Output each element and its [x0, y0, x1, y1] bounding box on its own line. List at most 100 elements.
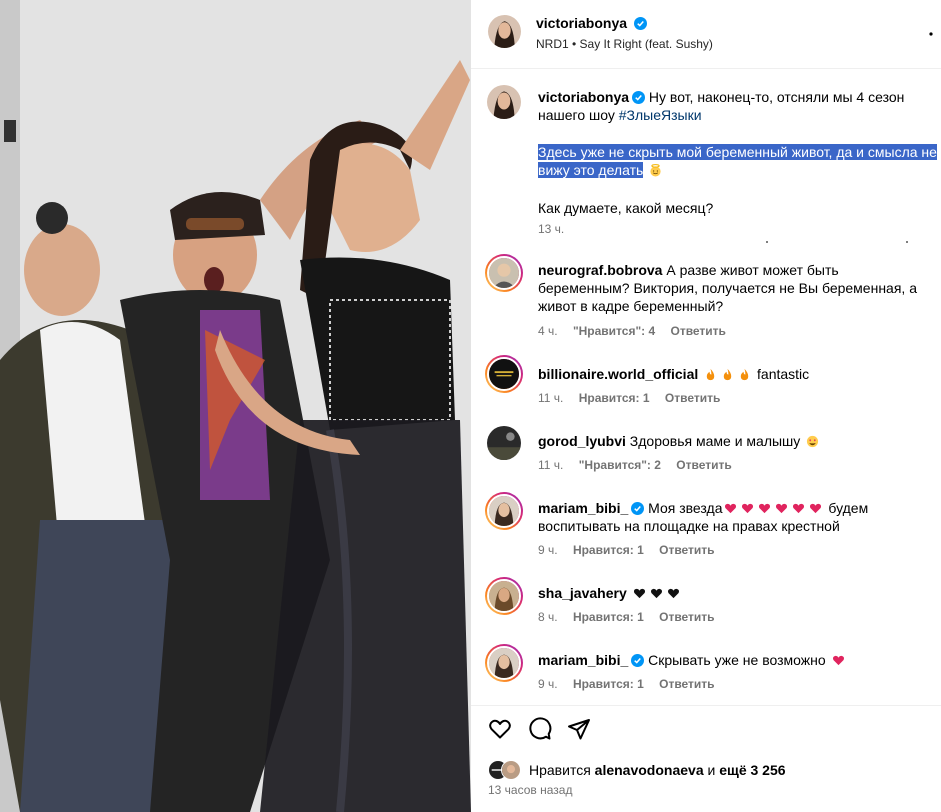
comment-avatar[interactable]	[487, 426, 521, 460]
heart-icon[interactable]	[488, 717, 512, 741]
red-heart-emoji-icon	[776, 503, 788, 514]
comment-avatar[interactable]	[485, 254, 523, 292]
comment-time: 11 ч.	[538, 391, 564, 405]
comment-likes[interactable]: "Нравится": 4	[573, 324, 655, 338]
comment-username[interactable]: mariam_bibi_	[538, 652, 628, 668]
reply-button[interactable]: Ответить	[676, 458, 731, 472]
comment-time: 9 ч.	[538, 677, 558, 691]
verified-badge-icon	[632, 91, 646, 104]
comment-body: Скрывать уже не возможно	[648, 652, 826, 668]
heart-eyes-emoji-icon	[807, 435, 819, 448]
caption-time: 13 ч.	[538, 222, 565, 236]
dot-mark	[766, 241, 768, 243]
caption-hashtag[interactable]: #ЗлыеЯзыки	[619, 107, 702, 123]
caption-selected-line-2: вижу это делать	[538, 162, 644, 178]
comment-likes[interactable]: "Нравится": 2	[579, 458, 661, 472]
comment-time: 11 ч.	[538, 458, 564, 472]
verified-badge-icon	[631, 654, 645, 667]
comment-body: А разве живот может быть	[666, 262, 839, 278]
comment-username[interactable]: mariam_bibi_	[538, 500, 628, 516]
comment-body: Моя звезда	[648, 500, 723, 516]
red-heart-emoji-icon	[759, 503, 771, 514]
comment-text: gorod_lyubvi Здоровья маме и малышу	[538, 432, 821, 450]
comment-username[interactable]: billionaire.world_official	[538, 366, 698, 382]
comment-username[interactable]: neurograf.bobrova	[538, 262, 662, 278]
caption-text: victoriabonya Ну вот, наконец-то, отснял…	[538, 88, 928, 124]
verified-badge-icon	[631, 502, 645, 515]
comment-body: воспитывать на площадке на правах крестн…	[538, 518, 840, 534]
post-actions: Нравится alenavodonaeva и ещё 3 256 13 ч…	[471, 705, 941, 812]
likes-mid: и	[707, 762, 716, 778]
comment-likes[interactable]: Нравится: 1	[579, 391, 650, 405]
comment-avatar[interactable]	[485, 644, 523, 682]
red-heart-emoji-icon	[742, 503, 754, 514]
comment-body: живот в кадре беременный?	[538, 298, 724, 314]
fire-emoji-icon	[723, 368, 732, 381]
smile-halo-emoji-icon	[650, 164, 661, 177]
comment-time: 9 ч.	[538, 543, 558, 557]
comment-likes[interactable]: Нравится: 1	[573, 610, 644, 624]
red-heart-emoji-icon	[725, 503, 737, 514]
author-avatar[interactable]	[488, 15, 521, 48]
likes-count-link[interactable]: ещё 3 256	[719, 762, 785, 778]
comment-body: будем	[828, 500, 869, 516]
likers-avatars[interactable]	[488, 760, 524, 780]
likes-summary: Нравится alenavodonaeva и ещё 3 256	[529, 762, 786, 778]
audio-track[interactable]: NRD1 • Say It Right (feat. Sushy)	[536, 37, 713, 51]
comment-meta: 11 ч. "Нравится": 2 Ответить	[538, 458, 744, 472]
dot-mark	[906, 241, 908, 243]
fire-emoji-icon	[740, 368, 749, 381]
comment-meta: 9 ч. Нравится: 1 Ответить	[538, 677, 727, 691]
author-username[interactable]: victoriabonya	[536, 15, 627, 31]
comment-meta: 9 ч. Нравится: 1 Ответить	[538, 543, 727, 557]
caption-question: Как думаете, какой месяц?	[538, 200, 714, 216]
caption-avatar[interactable]	[487, 85, 521, 119]
comment-time: 8 ч.	[538, 610, 558, 624]
caption-selected-text: Здесь уже не скрыть мой беременный живот…	[538, 143, 938, 179]
comment-username[interactable]: sha_javahery	[538, 585, 627, 601]
comment-avatar[interactable]	[485, 355, 523, 393]
reply-button[interactable]: Ответить	[665, 391, 720, 405]
comment-body: беременным? Виктория, получается не Вы б…	[538, 280, 917, 296]
post-image	[0, 0, 471, 812]
comment-text: sha_javahery	[538, 584, 682, 602]
likes-prefix: Нравится	[529, 762, 591, 778]
reply-button[interactable]: Ответить	[670, 324, 725, 338]
likes-user-link[interactable]: alenavodonaeva	[595, 762, 704, 778]
paper-plane-icon[interactable]	[567, 717, 591, 741]
comment-meta: 8 ч. Нравится: 1 Ответить	[538, 610, 727, 624]
comment-avatar[interactable]	[485, 492, 523, 530]
caption-username[interactable]: victoriabonya	[538, 89, 629, 105]
comment-text: mariam_bibi_ Скрывать уже не возможно	[538, 651, 847, 669]
comment-text: neurograf.bobrova А разве живот может бы…	[538, 261, 933, 315]
fire-emoji-icon	[706, 368, 715, 381]
comment-likes[interactable]: Нравится: 1	[573, 677, 644, 691]
red-heart-emoji-icon	[832, 655, 844, 666]
comment-meta: 4 ч. "Нравится": 4 Ответить	[538, 324, 738, 338]
post-photo[interactable]	[0, 0, 471, 812]
comment-text: mariam_bibi_ Моя звезда будем воспитыват…	[538, 499, 933, 535]
black-heart-emoji-icon	[633, 588, 645, 599]
more-dots-icon[interactable]	[929, 32, 933, 36]
reply-button[interactable]: Ответить	[659, 543, 714, 557]
comment-avatar[interactable]	[485, 577, 523, 615]
comment-username[interactable]: gorod_lyubvi	[538, 433, 626, 449]
reply-button[interactable]: Ответить	[659, 677, 714, 691]
black-heart-emoji-icon	[667, 588, 679, 599]
red-heart-emoji-icon	[810, 503, 822, 514]
comment-likes[interactable]: Нравится: 1	[573, 543, 644, 557]
comment-body: Здоровья маме и малышу	[629, 433, 801, 449]
black-heart-emoji-icon	[650, 588, 662, 599]
author-name-row: victoriabonya	[536, 15, 647, 31]
verified-badge-icon	[633, 17, 647, 30]
reply-button[interactable]: Ответить	[659, 610, 714, 624]
post-time: 13 часов назад	[488, 783, 573, 797]
red-heart-emoji-icon	[793, 503, 805, 514]
post-panel: victoriabonya NRD1 • Say It Right (feat.…	[471, 0, 941, 812]
comment-time: 4 ч.	[538, 324, 558, 338]
post-header: victoriabonya NRD1 • Say It Right (feat.…	[471, 0, 941, 69]
caption-selected-line-1: Здесь уже не скрыть мой беременный живот…	[538, 144, 937, 160]
comment-icon[interactable]	[528, 717, 552, 741]
comment-text: billionaire.world_official fantastic	[538, 365, 809, 383]
comment-body: fantastic	[757, 366, 810, 382]
